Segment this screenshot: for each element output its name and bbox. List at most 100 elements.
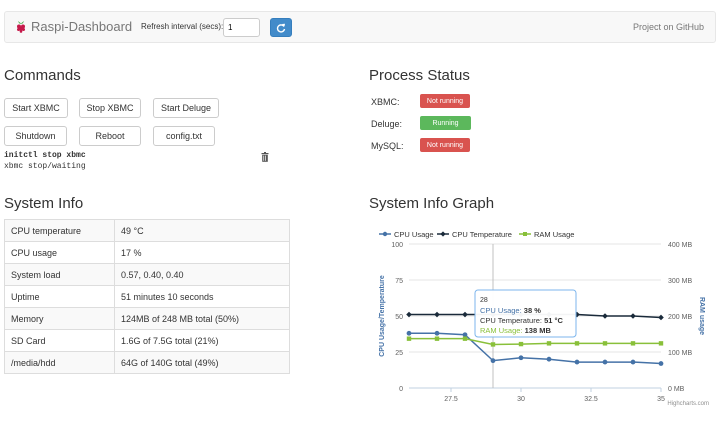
system-info-graph-title: System Info Graph xyxy=(369,195,495,212)
data-point xyxy=(434,336,440,341)
legend-label: RAM Usage xyxy=(534,230,574,239)
refresh-icon xyxy=(276,23,286,33)
deluge-status-label: Deluge: xyxy=(371,119,403,129)
data-point xyxy=(602,313,608,319)
data-point xyxy=(574,359,580,365)
legend-label: CPU Usage xyxy=(394,230,434,239)
data-point xyxy=(434,330,440,336)
y-right-tick-label: 200 MB xyxy=(668,314,692,321)
hdd-key: /media/hdd xyxy=(4,351,115,374)
legend-marker xyxy=(382,231,388,237)
cpu-temperature-value: 49 °C xyxy=(114,219,290,242)
sd-card-key: SD Card xyxy=(4,329,115,352)
data-point xyxy=(462,311,468,318)
command-output-command: initctl stop xbmc xyxy=(4,151,86,160)
hdd-value: 64G of 140G total (49%) xyxy=(114,351,290,374)
start-xbmc-button[interactable]: Start XBMC xyxy=(4,98,68,118)
x-tick-label: 32.5 xyxy=(584,396,598,403)
data-point xyxy=(602,341,608,346)
uptime-key: Uptime xyxy=(4,285,115,308)
data-point xyxy=(518,355,524,361)
mysql-status-badge: Not running xyxy=(420,138,470,152)
data-point xyxy=(574,341,580,346)
data-point xyxy=(462,332,468,338)
config-txt-button[interactable]: config.txt xyxy=(153,126,215,146)
data-point xyxy=(462,336,468,341)
tooltip-row: CPU Temperature: 51 °C xyxy=(480,316,563,325)
data-point xyxy=(658,314,664,321)
shutdown-button[interactable]: Shutdown xyxy=(4,126,67,146)
data-point xyxy=(658,341,664,346)
y-right-tick-label: 400 MB xyxy=(668,242,692,249)
command-output-result: xbmc stop/waiting xyxy=(4,162,86,171)
table-row: Memory 124MB of 248 MB total (50%) xyxy=(4,307,290,330)
trash-icon[interactable] xyxy=(261,152,269,162)
refresh-interval-label: Refresh interval (secs): xyxy=(141,22,224,31)
table-row: Uptime 51 minutes 10 seconds xyxy=(4,285,290,308)
data-point xyxy=(630,313,636,319)
legend-marker xyxy=(523,232,527,236)
y-right-tick-label: 100 MB xyxy=(668,350,692,357)
legend-marker xyxy=(440,231,446,237)
table-row: System load 0.57, 0.40, 0.40 xyxy=(4,263,290,286)
data-point xyxy=(490,342,496,347)
data-point xyxy=(406,330,412,336)
x-tick-label: 30 xyxy=(517,396,525,403)
data-point xyxy=(546,356,552,362)
series-line-cpu-usage xyxy=(409,332,662,365)
y-left-tick-label: 100 xyxy=(391,242,403,249)
y-right-tick-label: 0 MB xyxy=(668,386,685,393)
reboot-button[interactable]: Reboot xyxy=(79,126,141,146)
brand[interactable]: Raspi-Dashboard xyxy=(15,19,132,34)
table-row: /media/hdd 64G of 140G total (49%) xyxy=(4,351,290,374)
mysql-status-label: MySQL: xyxy=(371,141,404,151)
data-point xyxy=(630,341,636,346)
system-info-chart[interactable]: 0 25 50 75 100 0 MB 100 MB 200 MB 300 MB 400 MB 27… xyxy=(369,222,721,412)
github-link[interactable]: Project on GitHub xyxy=(633,22,704,32)
cpu-temperature-key: CPU temperature xyxy=(4,219,115,242)
brand-label: Raspi-Dashboard xyxy=(31,19,133,34)
data-point xyxy=(602,359,608,365)
legend-label: CPU Temperature xyxy=(452,230,512,239)
y-left-tick-label: 25 xyxy=(395,350,403,357)
system-load-key: System load xyxy=(4,263,115,286)
system-info-table: CPU temperature 49 °C CPU usage 17 % Syste… xyxy=(4,219,290,374)
deluge-status-badge: Running xyxy=(420,116,471,130)
highcharts-credit: Highcharts.com xyxy=(667,401,709,407)
series-line-ram-usage xyxy=(409,337,661,346)
cpu-usage-key: CPU usage xyxy=(4,241,115,264)
refresh-interval-input[interactable] xyxy=(223,18,260,37)
memory-value: 124MB of 248 MB total (50%) xyxy=(114,307,290,330)
commands-title: Commands xyxy=(4,67,81,84)
table-row: CPU temperature 49 °C xyxy=(4,219,290,242)
data-point xyxy=(490,358,496,364)
xbmc-status-badge: Not running xyxy=(420,94,470,108)
data-point xyxy=(406,336,412,341)
y-left-axis-title: CPU Usage/Temperature xyxy=(379,275,386,357)
system-info-title: System Info xyxy=(4,195,84,212)
x-tick-label: 27.5 xyxy=(444,396,458,403)
refresh-button[interactable] xyxy=(270,18,292,37)
xbmc-status-label: XBMC: xyxy=(371,97,400,107)
data-point xyxy=(518,341,524,347)
tooltip-row: CPU Usage: 38 % xyxy=(480,306,541,315)
x-tick-label: 35 xyxy=(657,396,665,403)
process-status-title: Process Status xyxy=(369,67,470,84)
y-left-tick-label: 50 xyxy=(395,314,403,321)
tooltip-row: RAM Usage: 138 MB xyxy=(480,326,551,335)
cpu-usage-value: 17 % xyxy=(114,241,290,264)
table-row: SD Card 1.6G of 7.5G total (21%) xyxy=(4,329,290,352)
uptime-value: 51 minutes 10 seconds xyxy=(114,285,290,308)
data-point xyxy=(406,311,412,318)
data-point xyxy=(546,341,552,346)
data-point xyxy=(630,359,636,365)
table-row: CPU usage 17 % xyxy=(4,241,290,264)
raspberry-icon xyxy=(17,21,25,33)
tooltip-header: 28 xyxy=(480,297,488,304)
y-left-tick-label: 75 xyxy=(395,278,403,285)
navbar: Raspi-Dashboard Refresh interval (secs):… xyxy=(4,11,716,43)
start-deluge-button[interactable]: Start Deluge xyxy=(153,98,219,118)
y-right-tick-label: 300 MB xyxy=(668,278,692,285)
stop-xbmc-button[interactable]: Stop XBMC xyxy=(79,98,141,118)
sd-card-value: 1.6G of 7.5G total (21%) xyxy=(114,329,290,352)
